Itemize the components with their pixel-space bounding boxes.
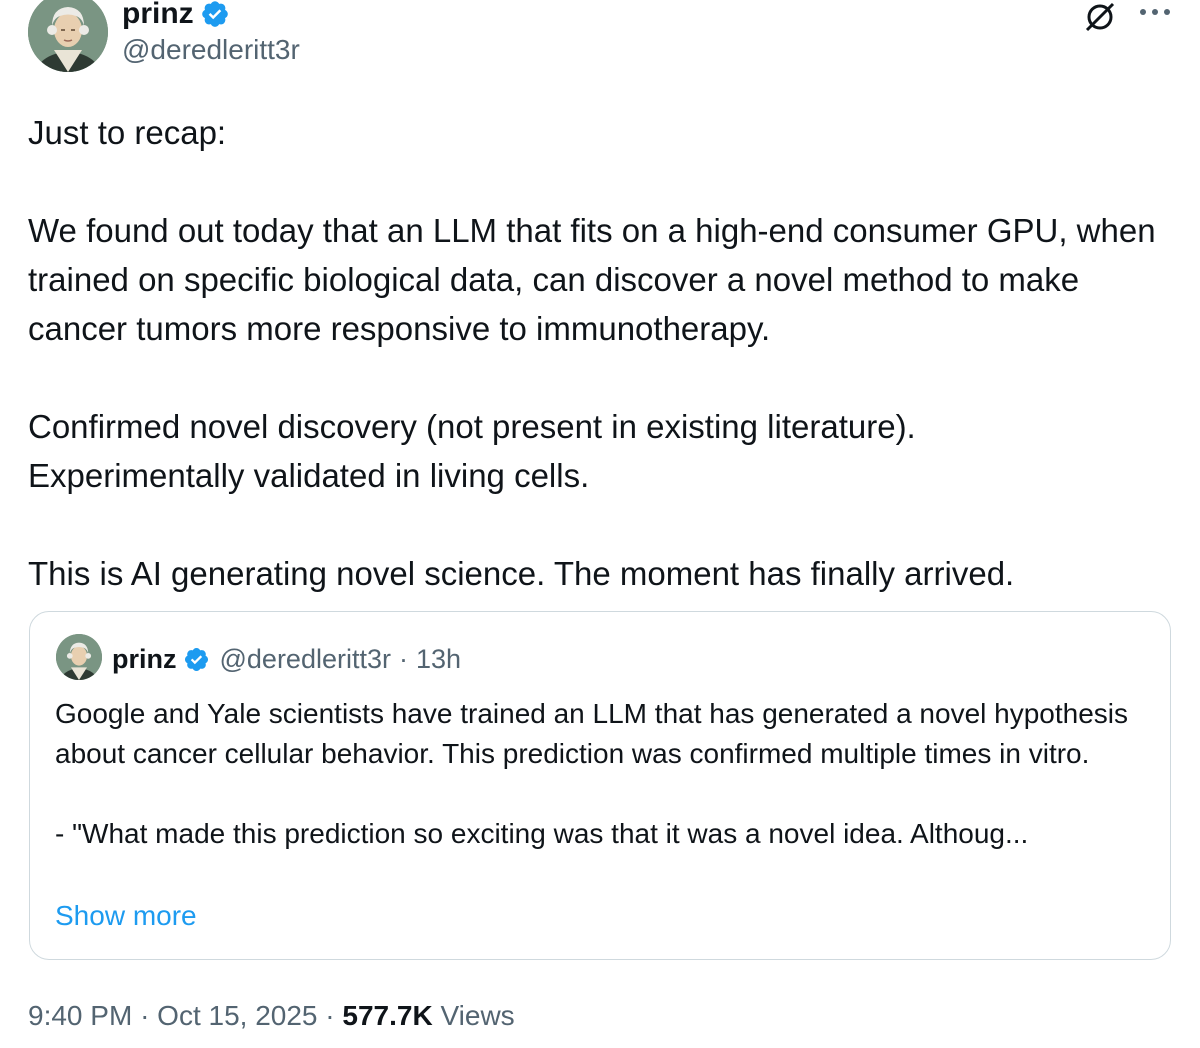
quoted-tweet[interactable]: prinz @deredleritt3r · 13h Google and Ya…: [29, 611, 1171, 960]
avatar-portrait: [56, 634, 102, 680]
display-name[interactable]: prinz: [122, 0, 194, 32]
quote-excerpt: - "What made this prediction so exciting…: [55, 818, 1029, 849]
tweet-paragraph: Just to recap:: [28, 114, 227, 151]
tweet-paragraph: We found out today that an LLM that fits…: [28, 212, 1156, 347]
quote-text: Google and Yale scientists have trained …: [55, 694, 1155, 854]
footer-separator: ·: [325, 1000, 335, 1031]
views-label: Views: [440, 1000, 515, 1031]
views-count: 577.7K: [342, 1000, 433, 1031]
tweet-paragraph: This is AI generating novel science. The…: [28, 555, 1015, 592]
tweet-text: Just to recap: We found out today that a…: [28, 108, 1178, 598]
grok-icon[interactable]: [1083, 0, 1117, 34]
show-more-link[interactable]: Show more: [55, 896, 197, 936]
post-date[interactable]: Oct 15, 2025: [157, 1000, 317, 1031]
quote-display-name[interactable]: prinz: [112, 642, 177, 676]
post-time[interactable]: 9:40 PM: [28, 1000, 132, 1031]
avatar-portrait: [28, 0, 108, 72]
tweet-paragraph: Experimentally validated in living cells…: [28, 457, 590, 494]
verified-badge-icon: [183, 646, 210, 673]
quote-timestamp[interactable]: 13h: [416, 642, 461, 676]
quote-paragraph: Google and Yale scientists have trained …: [55, 698, 1129, 769]
quote-header: prinz @deredleritt3r · 13h: [112, 642, 461, 676]
author-handle[interactable]: @deredleritt3r: [122, 32, 300, 68]
avatar[interactable]: [28, 0, 108, 72]
quote-separator: ·: [398, 644, 408, 674]
verified-badge-icon: [200, 0, 230, 29]
tweet-paragraph: Confirmed novel discovery (not present i…: [28, 408, 916, 445]
tweet-footer: 9:40 PM · Oct 15, 2025 · 577.7K Views: [28, 996, 515, 1036]
footer-separator: ·: [140, 1000, 150, 1031]
quote-avatar[interactable]: [56, 634, 102, 680]
quote-handle[interactable]: @deredleritt3r: [220, 642, 391, 676]
more-icon[interactable]: [1137, 0, 1173, 24]
author-name-row[interactable]: prinz: [122, 0, 230, 32]
